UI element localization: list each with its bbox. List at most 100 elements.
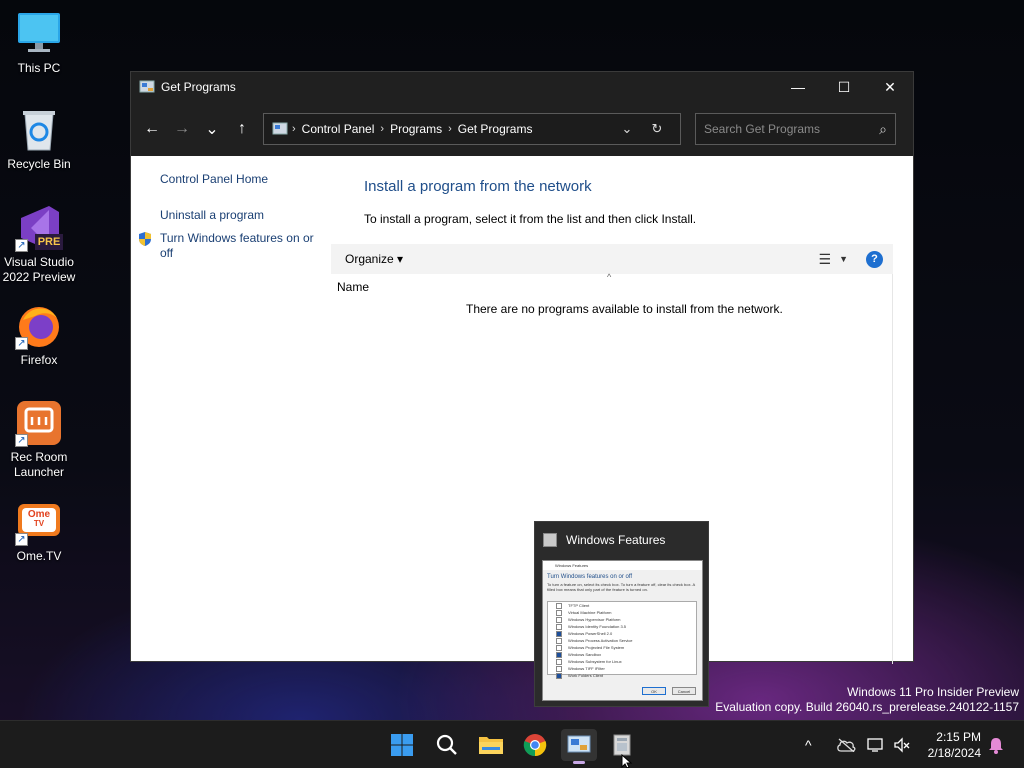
minimize-button[interactable]: —	[775, 72, 821, 102]
file-explorer-button[interactable]	[473, 729, 509, 761]
preview-ok-button: OK	[642, 687, 666, 695]
preview-feature-item: TFTP Client	[548, 602, 696, 609]
desktop-icon-visual-studio[interactable]: PRE ↗ Visual Studio 2022 Preview	[0, 204, 78, 285]
view-dropdown-icon[interactable]: ▼	[839, 254, 848, 264]
visual-studio-icon: PRE ↗	[15, 204, 63, 252]
clock-time: 2:15 PM	[936, 730, 981, 744]
search-box: ⌕	[695, 113, 896, 145]
desktop-icon-rec-room[interactable]: ↗ Rec Room Launcher	[0, 399, 78, 480]
taskbar-thumbnail-windows-features[interactable]: Windows Features Windows Features Turn W…	[534, 521, 709, 707]
watermark-line-2: Evaluation copy. Build 26040.rs_prerelea…	[715, 700, 1019, 714]
recent-locations-button[interactable]: ⌄	[197, 114, 227, 144]
uac-shield-icon	[137, 231, 153, 247]
search-icon[interactable]: ⌕	[879, 121, 887, 138]
control-panel-home-link[interactable]: Control Panel Home	[160, 172, 327, 187]
preview-heading: Turn Windows features on or off	[547, 574, 633, 580]
address-dropdown-icon[interactable]: ⌄	[612, 121, 642, 137]
desktop-icon-label: Firefox	[20, 353, 58, 367]
empty-list-message: There are no programs available to insta…	[466, 302, 783, 316]
desktop-icon-label: Visual Studio 2022 Preview	[2, 255, 76, 284]
get-programs-window: Get Programs — ☐ ✕ ← → ⌄ ↑ › Control Pan…	[130, 71, 914, 664]
maximize-button[interactable]: ☐	[821, 72, 867, 102]
close-button[interactable]: ✕	[867, 72, 913, 102]
recycle-bin-icon	[15, 106, 63, 154]
preview-feature-item: Windows PowerShell 2.0	[548, 630, 696, 637]
preview-description: To turn a feature on, select its check b…	[547, 582, 695, 592]
help-button[interactable]: ?	[866, 250, 883, 268]
preview-feature-item: Windows Process Activation Service	[548, 637, 696, 644]
control-panel-icon	[139, 79, 155, 95]
forward-button[interactable]: →	[167, 114, 197, 144]
preview-cancel-button: Cancel	[672, 687, 696, 695]
address-bar[interactable]: › Control Panel › Programs › Get Program…	[263, 113, 681, 145]
column-header-name[interactable]: Name	[337, 280, 369, 294]
desktop-icon-firefox[interactable]: ↗ Firefox	[0, 302, 78, 368]
active-window-indicator	[573, 761, 585, 764]
windows-features-row: Turn Windows features on or off	[137, 231, 327, 261]
chrome-button[interactable]	[517, 729, 553, 761]
desktop-icon-label: Ome.TV	[16, 549, 62, 563]
breadcrumb-control-panel[interactable]: Control Panel	[302, 122, 375, 136]
firefox-icon: ↗	[15, 302, 63, 350]
search-button[interactable]	[429, 729, 465, 761]
pane-divider	[892, 274, 893, 664]
chrome-icon	[523, 734, 547, 757]
clock-date: 2/18/2024	[927, 746, 981, 760]
tray-overflow-chevron[interactable]: ^	[805, 721, 812, 768]
organize-button[interactable]: Organize ▾	[345, 252, 403, 266]
shortcut-arrow-icon: ↗	[15, 337, 28, 350]
title-bar[interactable]: Get Programs — ☐ ✕	[131, 72, 913, 102]
breadcrumb-separator: ›	[448, 123, 452, 135]
preview-feature-item: Windows Projected File System	[548, 644, 696, 651]
list-toolbar: Organize ▾ ☰ ▼ ?	[331, 244, 893, 274]
desktop-icon-this-pc[interactable]: This PC	[0, 10, 78, 76]
preview-feature-item: Windows Subsystem for Linux	[548, 658, 696, 665]
page-heading: Install a program from the network	[364, 178, 592, 195]
rec-room-icon: ↗	[15, 399, 63, 447]
windows-features-icon	[543, 533, 557, 547]
desktop-icon-label: Recycle Bin	[7, 157, 71, 171]
breadcrumb-separator: ›	[380, 123, 385, 135]
view-options-icon[interactable]: ☰	[819, 251, 832, 268]
onedrive-icon[interactable]	[836, 721, 856, 768]
desktop-icon-ome-tv[interactable]: Ome TV ↗ Ome.TV	[0, 498, 78, 564]
window-title: Get Programs	[161, 80, 236, 94]
shortcut-arrow-icon: ↗	[15, 533, 28, 546]
desktop-icon-label: Rec Room Launcher	[10, 450, 68, 479]
pre-badge: PRE	[37, 236, 61, 248]
preview-buttons: OK Cancel	[636, 687, 696, 695]
up-button[interactable]: ↑	[227, 114, 257, 144]
preview-feature-item: Windows TIFF IFilter	[548, 665, 696, 672]
thumbnail-title: Windows Features	[566, 533, 666, 547]
control-panel-taskbar-button[interactable]	[561, 729, 597, 764]
shortcut-arrow-icon: ↗	[15, 239, 28, 252]
start-button[interactable]	[384, 729, 420, 761]
content-area: Control Panel Home Uninstall a program T…	[131, 156, 913, 664]
preview-feature-item: Windows Identity Foundation 3.5	[548, 623, 696, 630]
preview-window-title: Windows Features	[543, 561, 702, 570]
volume-muted-icon[interactable]	[893, 721, 911, 768]
back-button[interactable]: ←	[137, 114, 167, 144]
network-icon[interactable]	[867, 721, 885, 768]
turn-windows-features-link[interactable]: Turn Windows features on or off	[160, 231, 320, 261]
system-clock[interactable]: 2:15 PM 2/18/2024	[928, 729, 981, 761]
uninstall-program-link[interactable]: Uninstall a program	[160, 208, 327, 223]
breadcrumb-get-programs[interactable]: Get Programs	[458, 122, 533, 136]
search-input[interactable]	[704, 122, 880, 136]
ome-tv-logo-subtext: TV	[33, 519, 45, 528]
thumbnail-preview: Windows Features Turn Windows features o…	[542, 560, 703, 701]
notification-bell-icon[interactable]	[988, 721, 1004, 768]
desktop-icon-recycle-bin[interactable]: Recycle Bin	[0, 106, 78, 172]
navigation-bar: ← → ⌄ ↑ › Control Panel › Programs › Get…	[131, 102, 913, 156]
breadcrumb-programs[interactable]: Programs	[390, 122, 442, 136]
windows-logo-icon	[391, 734, 413, 756]
folder-icon	[479, 737, 503, 754]
preview-feature-item: Windows Sandbox	[548, 651, 696, 658]
preview-feature-item: Windows Hypervisor Platform	[548, 616, 696, 623]
search-icon	[436, 734, 457, 755]
thumbnail-header: Windows Features	[535, 522, 708, 558]
preview-feature-list: TFTP Client Virtual Machine Platform Win…	[547, 601, 697, 679]
ome-tv-icon: Ome TV ↗	[15, 498, 63, 546]
shortcut-arrow-icon: ↗	[15, 434, 28, 447]
refresh-icon[interactable]: ↻	[642, 121, 672, 137]
